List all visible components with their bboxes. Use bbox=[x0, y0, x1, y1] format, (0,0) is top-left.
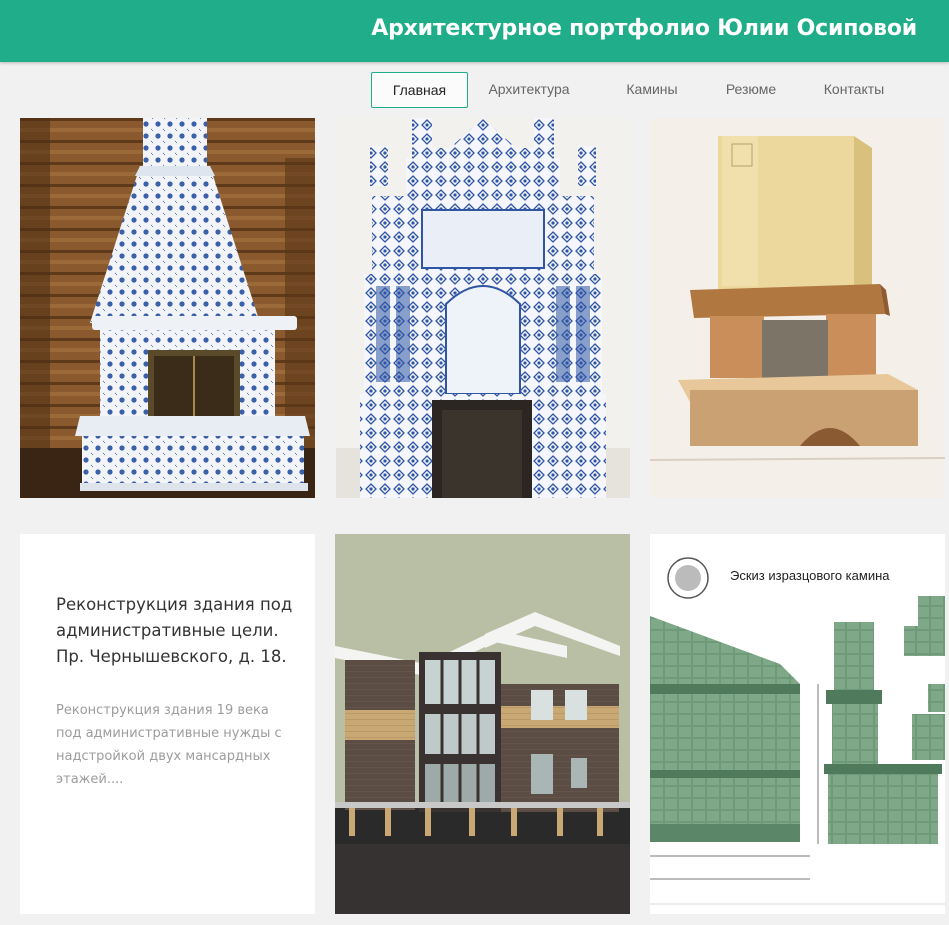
gallery-item-fireplace-drawing[interactable]: Эскиз изразцового камина bbox=[650, 534, 945, 914]
ornate-stove-photo bbox=[336, 118, 630, 498]
project-card[interactable]: Реконструкция здания под административны… bbox=[20, 534, 315, 914]
project-card-title[interactable]: Реконструкция здания под административны… bbox=[56, 592, 296, 670]
fireplace-drawing-image bbox=[650, 534, 945, 914]
drawing-caption: Эскиз изразцового камина bbox=[730, 568, 890, 583]
gallery-item-tiled-fireplace[interactable] bbox=[20, 118, 315, 498]
nav-item-contacts[interactable]: Контакты bbox=[809, 72, 899, 106]
nav-item-resume[interactable]: Резюме bbox=[713, 72, 789, 106]
tiled-fireplace-photo bbox=[20, 118, 315, 498]
house-render-image bbox=[335, 534, 630, 914]
nav-item-home[interactable]: Главная bbox=[371, 72, 468, 108]
watercolor-sketch-image bbox=[650, 118, 945, 498]
project-card-excerpt: Реконструкция здания 19 века под админис… bbox=[56, 703, 282, 787]
gallery-item-watercolor-sketch[interactable] bbox=[650, 118, 945, 498]
nav-item-fireplaces[interactable]: Камины bbox=[607, 72, 697, 106]
nav-item-architecture[interactable]: Архитектура bbox=[479, 72, 579, 106]
site-title[interactable]: Архитектурное портфолио Юлии Осиповой bbox=[371, 16, 917, 41]
gallery-item-house-render[interactable] bbox=[335, 534, 630, 914]
site-header: Архитектурное портфолио Юлии Осиповой bbox=[0, 0, 949, 62]
gallery-item-ornate-stove[interactable] bbox=[336, 118, 630, 498]
